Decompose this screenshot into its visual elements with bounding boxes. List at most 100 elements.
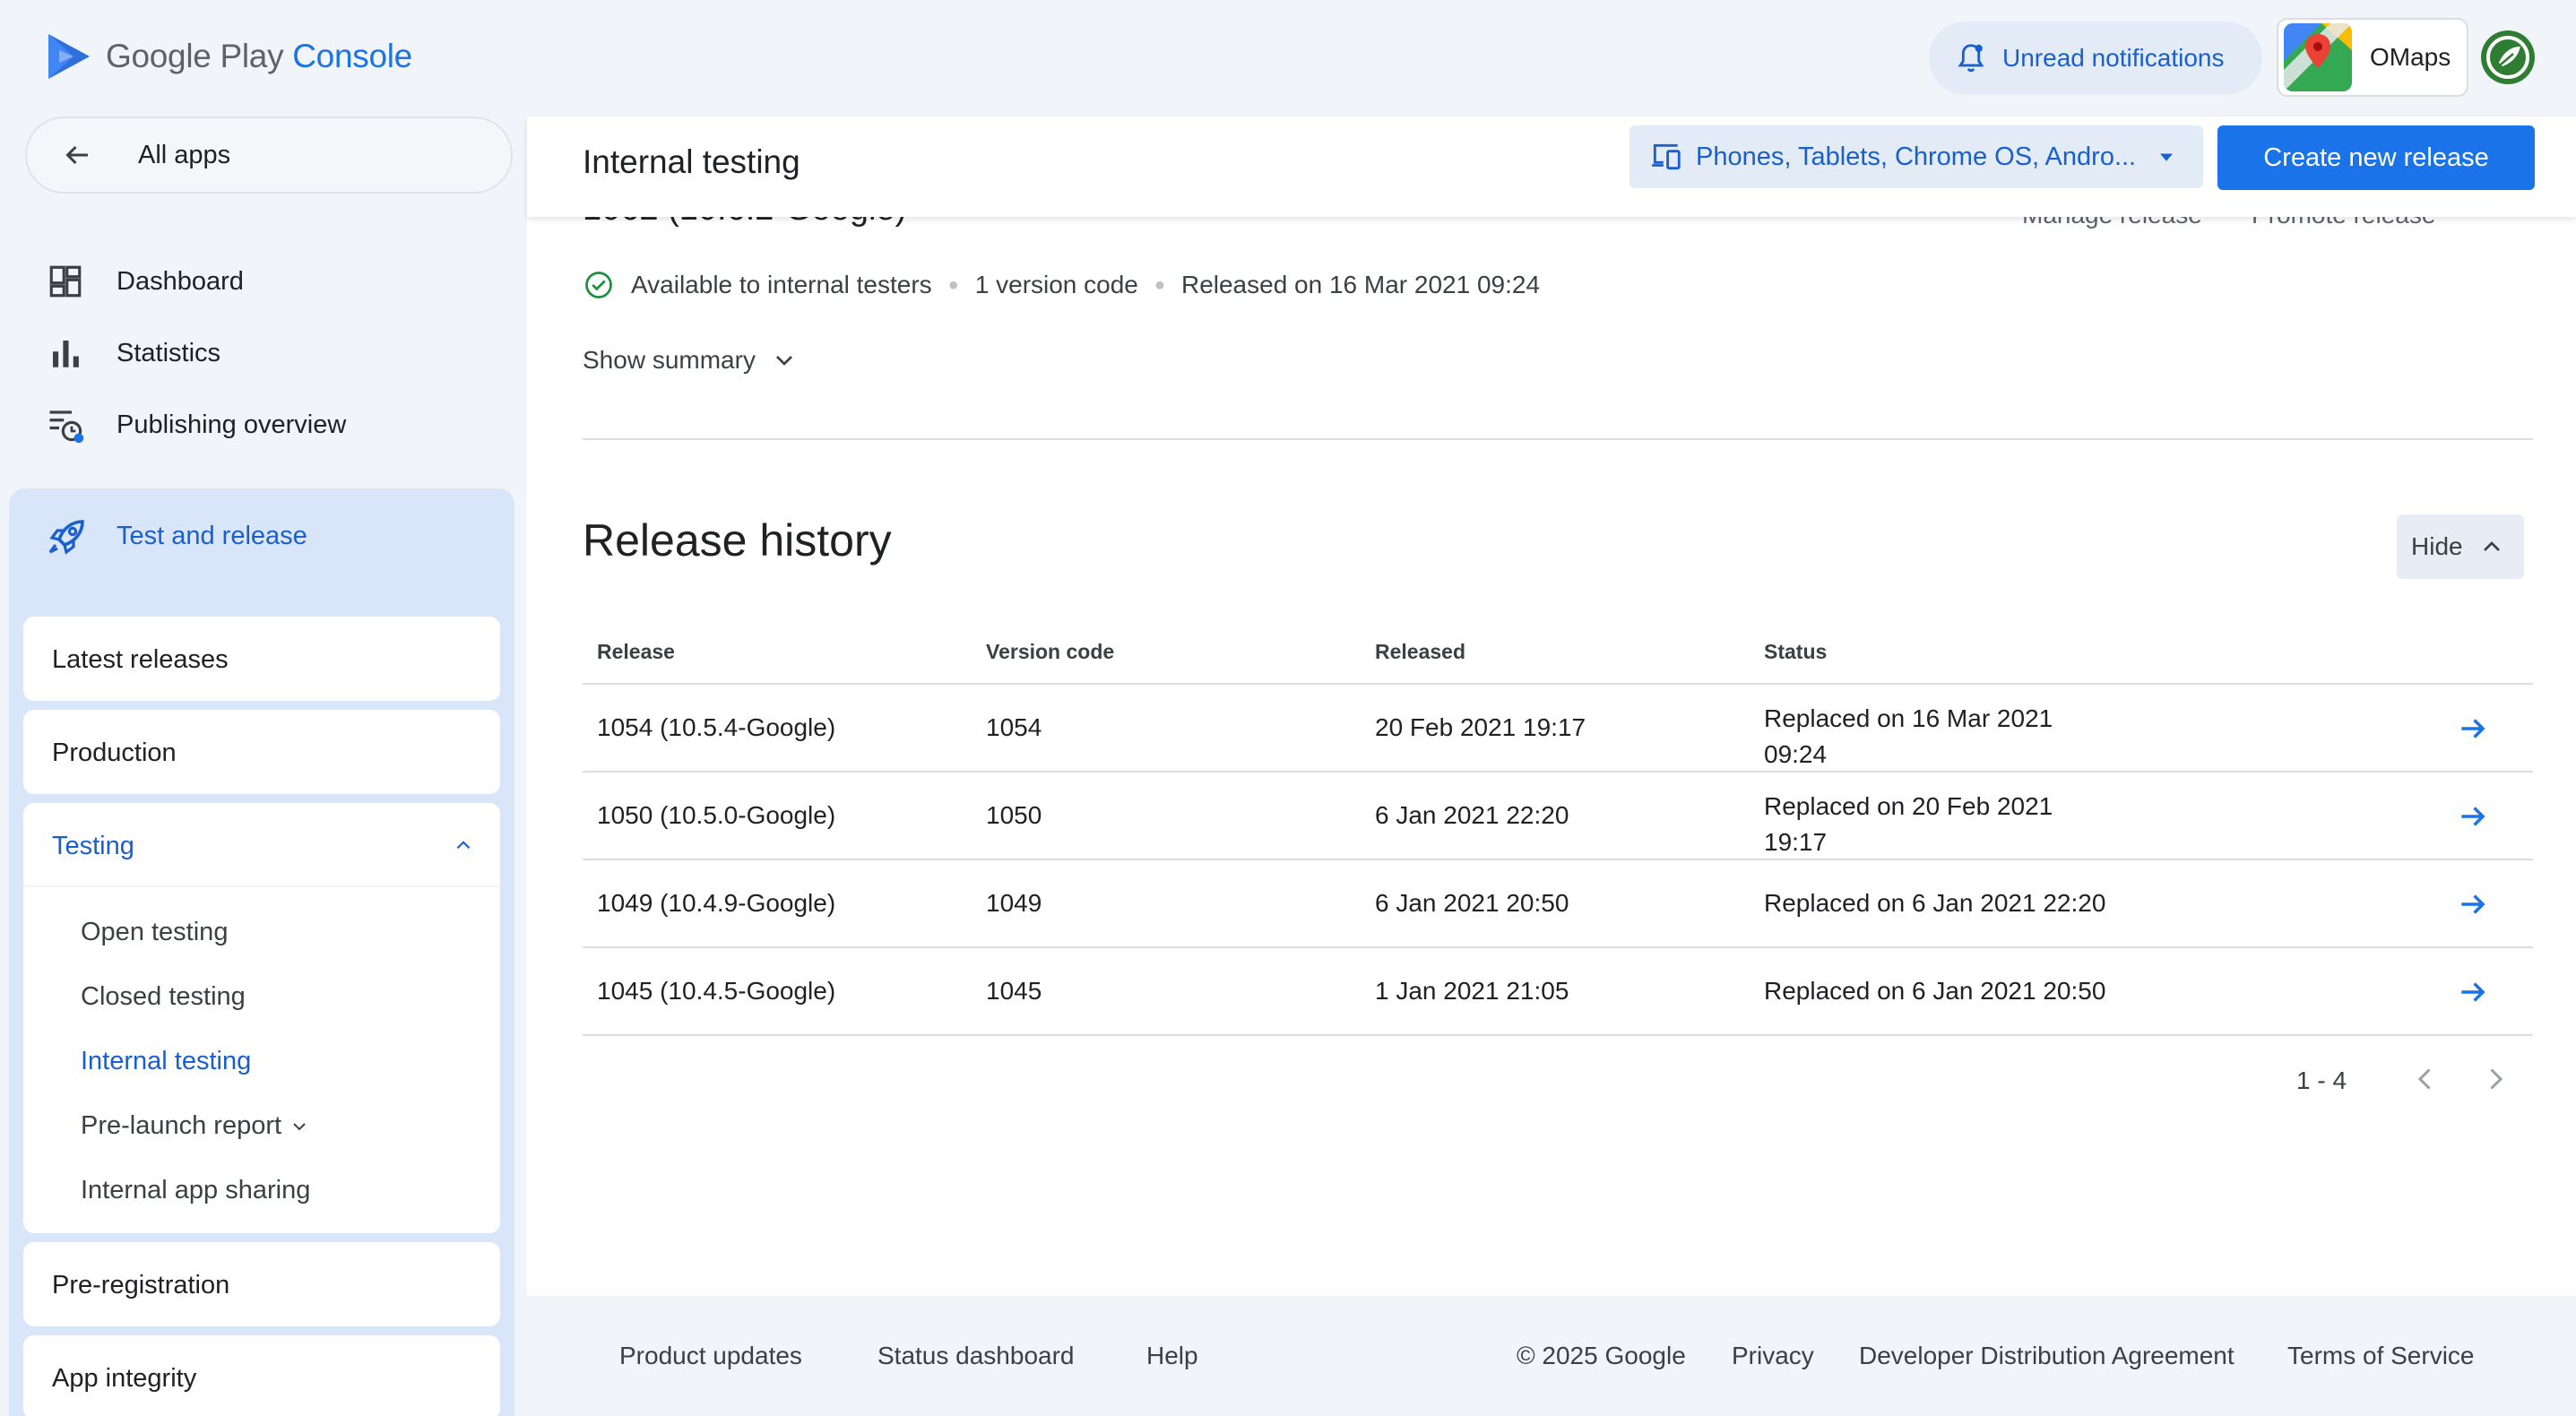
page-header: Internal testing Phones, Tablets, Chrome… <box>527 117 2576 217</box>
version-code: 1054 <box>986 713 1042 741</box>
version-code-count: 1 version code <box>974 271 1138 298</box>
version-code: 1045 <box>986 977 1042 1005</box>
column-header-released: Released <box>1375 640 1466 663</box>
sidebar-item-label: Production <box>52 738 177 767</box>
release-name: 1045 (10.4.5-Google) <box>597 977 836 1005</box>
notifications-label: Unread notifications <box>2002 44 2225 72</box>
account-avatar-icon[interactable] <box>2479 29 2537 86</box>
rocket-icon <box>48 520 84 555</box>
release-history-title: Release history <box>583 515 892 566</box>
play-logo-icon <box>48 34 90 79</box>
footer-copyright: © 2025 Google <box>1517 1342 1686 1369</box>
sidebar-item-label: Pre-registration <box>52 1271 230 1299</box>
sidebar-item-internal-app-sharing[interactable]: Internal app sharing <box>81 1176 310 1205</box>
device-filter-label: Phones, Tablets, Chrome OS, Andro... <box>1696 142 2137 171</box>
sidebar-item-label: Statistics <box>117 338 221 367</box>
all-apps-label: All apps <box>138 140 231 169</box>
sidebar-item-latest-releases[interactable]: Latest releases <box>23 617 500 701</box>
sidebar-item-label: Latest releases <box>52 645 229 674</box>
footer-link-privacy[interactable]: Privacy <box>1732 1342 1814 1370</box>
column-header-version-code: Version code <box>986 640 1115 663</box>
column-header-release: Release <box>597 640 675 663</box>
version-code: 1049 <box>986 889 1042 917</box>
arrow-back-icon <box>65 145 88 165</box>
separator-dot: ● <box>1154 274 1165 295</box>
show-summary-toggle[interactable]: Show summary <box>583 346 799 375</box>
arrow-forward-icon[interactable] <box>2456 799 2490 833</box>
release-status: Available to internal testers <box>631 271 932 298</box>
sidebar-item-label: Testing <box>52 832 134 860</box>
version-code: 1050 <box>986 801 1042 829</box>
sidebar-item-internal-testing[interactable]: Internal testing <box>81 1047 251 1076</box>
device-filter-dropdown[interactable]: Phones, Tablets, Chrome OS, Andro... <box>1629 125 2203 188</box>
table-row[interactable]: 1045 (10.4.5-Google) 1045 1 Jan 2021 21:… <box>583 948 2533 1036</box>
chevron-up-icon <box>456 841 471 850</box>
section-label: Test and release <box>117 521 307 550</box>
sidebar-item-app-integrity[interactable]: App integrity <box>23 1335 500 1416</box>
create-new-release-button[interactable]: Create new release <box>2217 125 2535 190</box>
pagination-range: 1 - 4 <box>2296 1066 2347 1094</box>
sidebar-item-publishing-overview[interactable]: Publishing overview <box>47 398 346 452</box>
release-status: Replaced on 6 Jan 2021 22:20 <box>1764 889 2106 917</box>
sidebar-item-label: Publishing overview <box>117 410 347 439</box>
sidebar-group-testing: Testing Open testing Closed testing Inte… <box>23 803 500 1233</box>
sidebar-item-testing[interactable]: Testing <box>23 803 500 887</box>
footer-link-help[interactable]: Help <box>1146 1342 1198 1370</box>
sidebar-item-label: Dashboard <box>117 266 244 296</box>
released-date: 1 Jan 2021 21:05 <box>1375 977 1569 1005</box>
dashboard-icon <box>49 265 82 298</box>
app-icon <box>2284 23 2352 91</box>
release-status: Replaced on 20 Feb 2021 19:17 <box>1764 792 2053 856</box>
all-apps-button[interactable]: All apps <box>25 117 513 194</box>
footer-link-product-updates[interactable]: Product updates <box>619 1342 802 1370</box>
sidebar: All apps Dashboard Statistics Publishing… <box>0 117 523 1416</box>
chevron-up-icon <box>2483 541 2500 551</box>
table-row[interactable]: 1050 (10.5.0-Google) 1050 6 Jan 2021 22:… <box>583 773 2533 860</box>
release-meta: Available to internal testers ● 1 versio… <box>583 269 1540 301</box>
release-name: 1054 (10.5.4-Google) <box>597 713 836 741</box>
sidebar-item-test-and-release[interactable]: Test and release <box>47 505 307 567</box>
bar-chart-icon <box>53 341 79 367</box>
sidebar-item-pre-registration[interactable]: Pre-registration <box>23 1242 500 1326</box>
app-selector[interactable]: OMaps <box>2277 18 2468 97</box>
google-play-console-logo[interactable]: Google Play Console <box>47 32 412 81</box>
show-summary-label: Show summary <box>583 346 756 374</box>
sidebar-item-production[interactable]: Production <box>23 710 500 794</box>
released-date: 20 Feb 2021 19:17 <box>1375 713 1586 741</box>
released-date: 6 Jan 2021 22:20 <box>1375 801 1569 829</box>
bell-icon <box>1958 44 1984 73</box>
page-title: Internal testing <box>583 143 800 180</box>
release-history-table: Release Version code Released Status 105… <box>583 627 2533 1036</box>
table-row[interactable]: 1049 (10.4.9-Google) 1049 6 Jan 2021 20:… <box>583 860 2533 948</box>
release-name: 1050 (10.5.0-Google) <box>597 801 836 829</box>
footer-link-terms-of-service[interactable]: Terms of Service <box>2287 1342 2475 1370</box>
chevron-right-icon[interactable] <box>2479 1061 2511 1097</box>
footer-link-status-dashboard[interactable]: Status dashboard <box>877 1342 1075 1370</box>
unread-notifications-button[interactable]: Unread notifications <box>1929 22 2262 95</box>
arrow-forward-icon[interactable] <box>2456 887 2490 921</box>
sidebar-item-open-testing[interactable]: Open testing <box>81 918 228 947</box>
arrow-forward-icon[interactable] <box>2456 975 2490 1009</box>
check-circle-icon <box>585 272 612 298</box>
sidebar-item-label: App integrity <box>52 1364 197 1393</box>
dropdown-arrow-icon <box>2160 153 2174 161</box>
table-header: Release Version code Released Status <box>583 627 2533 685</box>
hide-label: Hide <box>2411 532 2463 560</box>
sidebar-item-dashboard[interactable]: Dashboard <box>47 255 244 308</box>
release-status: Replaced on 16 Mar 2021 09:24 <box>1764 704 2053 768</box>
release-date: Released on 16 Mar 2021 09:24 <box>1180 271 1541 298</box>
table-row[interactable]: 1054 (10.5.4-Google) 1054 20 Feb 2021 19… <box>583 685 2533 773</box>
chevron-down-icon <box>775 356 792 366</box>
sidebar-item-statistics[interactable]: Statistics <box>47 326 220 380</box>
arrow-forward-icon[interactable] <box>2456 712 2490 746</box>
sidebar-item-pre-launch-report[interactable]: Pre-launch report <box>81 1111 310 1141</box>
publishing-overview-icon <box>49 410 84 444</box>
sidebar-item-label: Pre-launch report <box>81 1111 282 1140</box>
footer-link-developer-distribution-agreement[interactable]: Developer Distribution Agreement <box>1859 1342 2235 1370</box>
app-name: OMaps <box>2370 43 2451 71</box>
sidebar-item-closed-testing[interactable]: Closed testing <box>81 982 246 1012</box>
chevron-left-icon[interactable] <box>2409 1061 2442 1097</box>
hide-history-button[interactable]: Hide <box>2397 514 2524 579</box>
divider <box>583 438 2533 440</box>
logo-text: Google Play Console <box>106 38 412 74</box>
